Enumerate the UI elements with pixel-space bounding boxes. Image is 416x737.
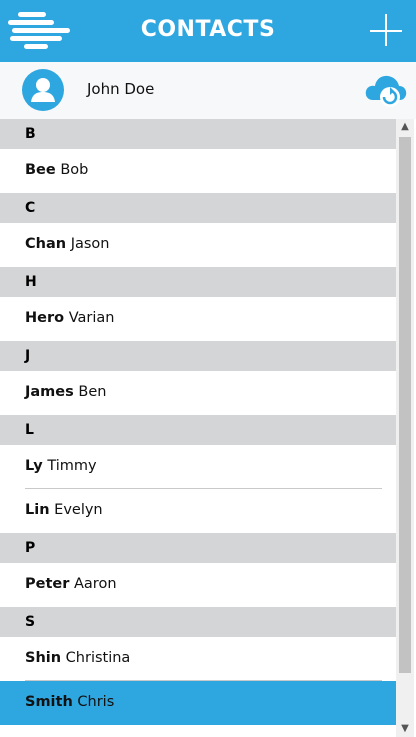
contact-row-chan-jason[interactable]: Chan Jason bbox=[0, 223, 396, 267]
cloud-sync-icon[interactable] bbox=[363, 70, 409, 110]
group-header-p: P bbox=[0, 533, 396, 563]
user-bar: John Doe bbox=[0, 62, 416, 119]
page-title: CONTACTS bbox=[140, 17, 276, 42]
contact-row-ly-timmy[interactable]: Ly Timmy bbox=[0, 445, 396, 489]
scroll-thumb[interactable] bbox=[399, 137, 411, 673]
scroll-up-arrow-icon[interactable]: ▲ bbox=[396, 119, 414, 135]
contact-row-shin-christina[interactable]: Shin Christina bbox=[0, 637, 396, 681]
contact-list[interactable]: B Bee Bob C Chan Jason H Hero Varian J J… bbox=[0, 119, 396, 737]
group-header-c: C bbox=[0, 193, 396, 223]
scroll-down-arrow-icon[interactable]: ▼ bbox=[396, 721, 414, 737]
group-header-b: B bbox=[0, 119, 396, 149]
group-header-h: H bbox=[0, 267, 396, 297]
contact-row-lin-evelyn[interactable]: Lin Evelyn bbox=[0, 489, 396, 533]
contact-row-james-ben[interactable]: James Ben bbox=[0, 371, 396, 415]
add-contact-button[interactable] bbox=[368, 14, 404, 50]
group-header-s: S bbox=[0, 607, 396, 637]
group-header-j: J bbox=[0, 341, 396, 371]
user-name: John Doe bbox=[87, 80, 155, 98]
contact-row-bee-bob[interactable]: Bee Bob bbox=[0, 149, 396, 193]
header-bar: CONTACTS bbox=[0, 0, 416, 62]
user-avatar-icon[interactable] bbox=[22, 69, 64, 111]
contact-row-peter-aaron[interactable]: Peter Aaron bbox=[0, 563, 396, 607]
contact-row-smith-chris[interactable]: Smith Chris bbox=[0, 681, 396, 725]
contact-row-hero-varian[interactable]: Hero Varian bbox=[0, 297, 396, 341]
group-header-l: L bbox=[0, 415, 396, 445]
vertical-scrollbar[interactable]: ▲ ▼ bbox=[396, 119, 414, 737]
